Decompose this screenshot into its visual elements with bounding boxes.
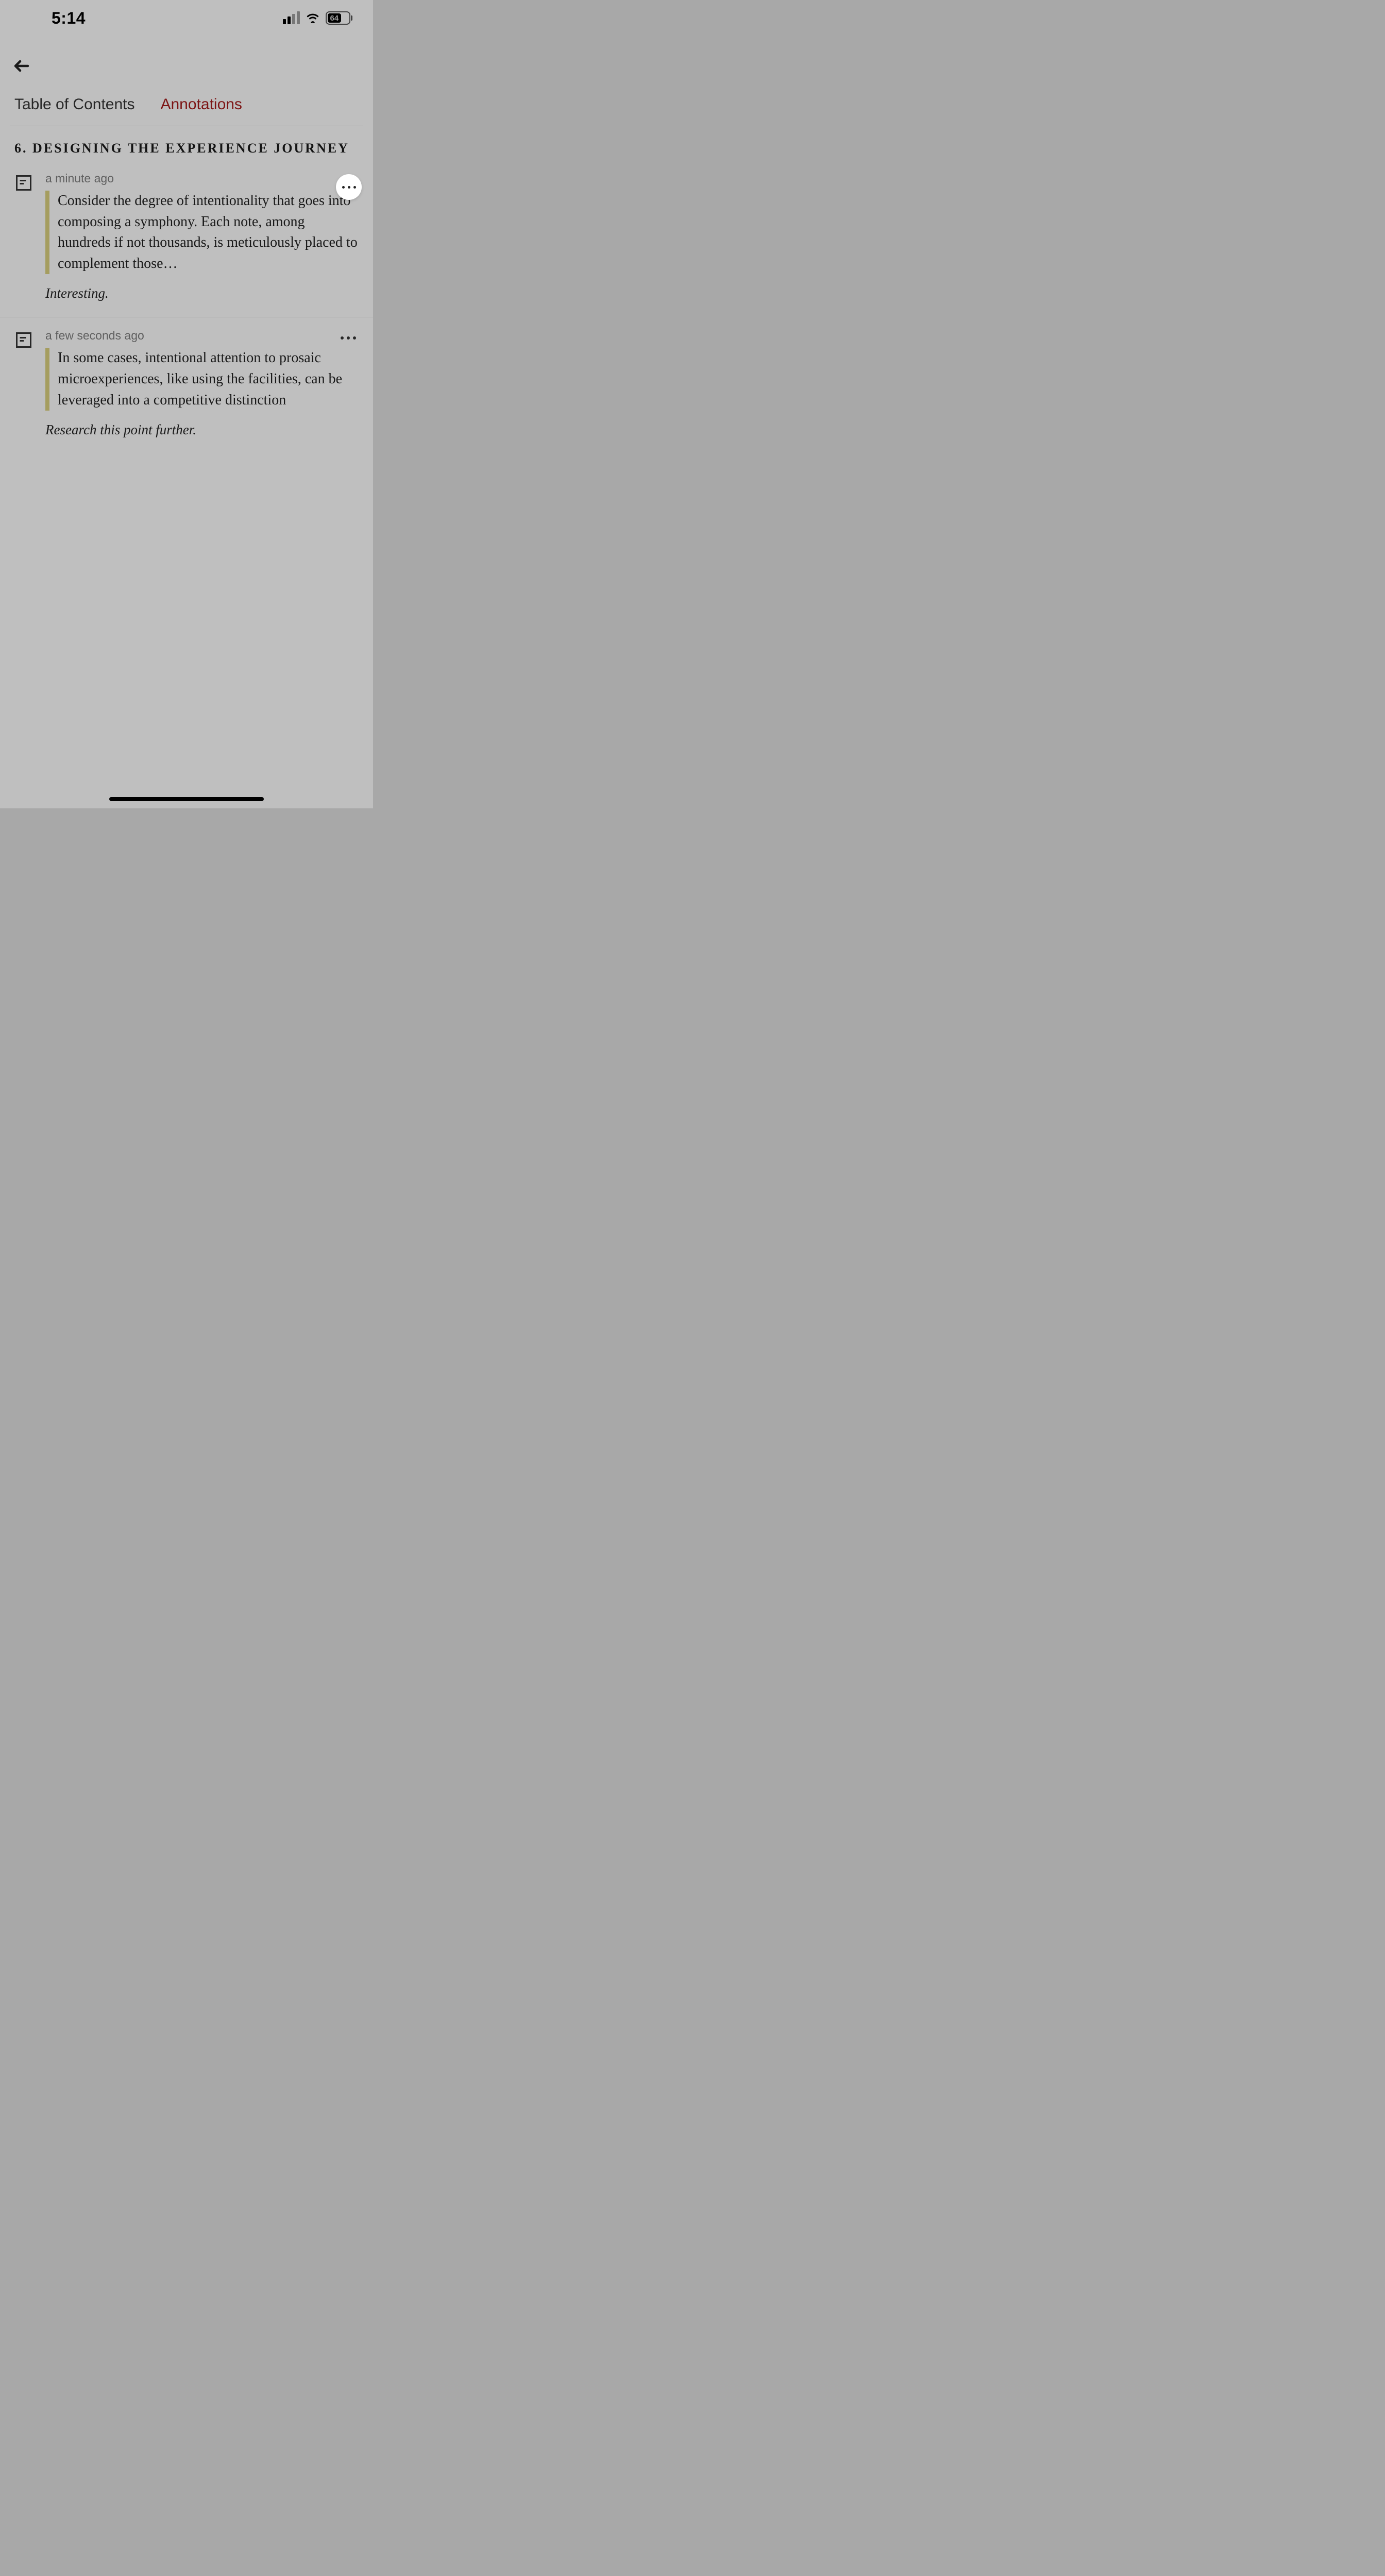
status-indicators: 64	[283, 11, 352, 26]
annotation-item[interactable]: a minute ago Consider the degree of inte…	[0, 160, 373, 317]
tabs: Table of Contents Annotations	[10, 80, 363, 126]
wifi-icon	[305, 11, 320, 26]
note-icon	[14, 331, 33, 349]
arrow-left-icon	[12, 57, 31, 75]
ellipsis-icon	[341, 336, 356, 340]
annotation-quote: Consider the degree of intentionality th…	[45, 191, 359, 274]
annotation-time: a few seconds ago	[45, 329, 359, 343]
annotation-quote: In some cases, intentional attention to …	[45, 348, 359, 411]
home-indicator[interactable]	[109, 797, 264, 801]
annotation-item[interactable]: a few seconds ago In some cases, intenti…	[0, 317, 373, 453]
note-icon	[14, 174, 33, 192]
battery-indicator: 64	[326, 11, 352, 25]
cellular-signal-icon	[283, 12, 300, 24]
ellipsis-icon	[342, 186, 356, 189]
annotation-more-button[interactable]	[338, 333, 359, 343]
status-bar: 5:14 64	[0, 0, 373, 36]
tab-annotations[interactable]: Annotations	[160, 96, 242, 113]
annotation-note: Interesting.	[45, 285, 359, 301]
annotations-list: a minute ago Consider the degree of inte…	[0, 160, 373, 453]
back-button[interactable]	[10, 52, 33, 80]
annotation-note: Research this point further.	[45, 422, 359, 438]
annotation-time: a minute ago	[45, 172, 359, 185]
status-time: 5:14	[52, 9, 86, 28]
section-title: 6. Designing the Experience Journey	[0, 126, 373, 160]
battery-level: 64	[330, 14, 339, 23]
annotation-actions-fab[interactable]	[336, 174, 362, 200]
tab-table-of-contents[interactable]: Table of Contents	[14, 96, 134, 113]
